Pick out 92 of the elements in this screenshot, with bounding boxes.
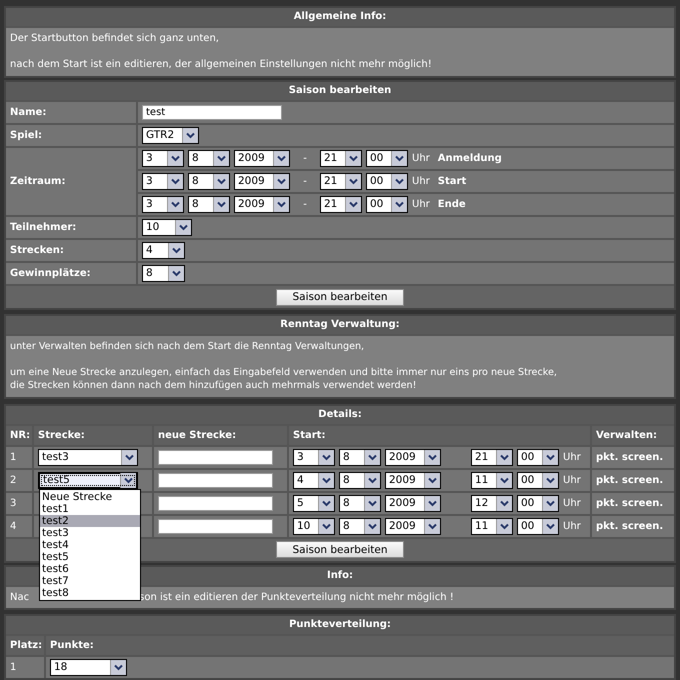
dropdown-field[interactable]: 8 <box>339 472 381 488</box>
unit-label: Uhr <box>563 520 581 532</box>
dropdown-field[interactable]: 10 <box>142 219 192 236</box>
dropdown-field[interactable]: 00 <box>366 150 408 167</box>
unit-label: Uhr <box>563 452 581 462</box>
dropdown-field[interactable]: 3 <box>142 196 184 213</box>
field-label: Strecken: <box>10 245 64 256</box>
dropdown-field[interactable]: 2009 <box>234 150 290 167</box>
column-header: Strecke: <box>38 430 85 440</box>
field-label: Teilnehmer: <box>10 222 76 233</box>
dropdown-field[interactable]: 8 <box>188 173 230 190</box>
info-text: nach dem Start ist ein editieren, der allgemeinen Einstellungen nicht mehr möglich! <box>10 58 433 71</box>
section-title: Allgemeine Info: <box>6 8 674 26</box>
dropdown-field[interactable]: 8 <box>188 150 230 167</box>
period-label: Ende <box>438 199 466 210</box>
dropdown-field[interactable]: 00 <box>366 173 408 190</box>
info-text: Nac <box>10 590 30 604</box>
unit-label: Uhr <box>563 498 581 508</box>
period-label: Start <box>438 176 466 187</box>
period-label: Anmeldung <box>438 153 502 164</box>
row-number: 4 <box>10 520 16 532</box>
info-text: unter Verwalten befinden sich nach dem Start die Renntag Verwaltungen, <box>10 340 366 353</box>
dropdown-field[interactable]: 8 <box>188 196 230 213</box>
field-label: Zeitraum: <box>10 176 66 187</box>
column-header: neue Strecke: <box>158 430 236 440</box>
dropdown-field[interactable]: 4 <box>142 242 185 259</box>
dropdown-field[interactable]: 2009 <box>385 518 441 534</box>
row-number: 1 <box>10 452 16 462</box>
dropdown-field[interactable]: 00 <box>366 196 408 213</box>
dropdown-field[interactable]: 11 <box>471 518 513 534</box>
info-text: die Strecken können dann nach dem hinzufügen auch mehrmals verwendet werden! <box>10 379 418 392</box>
info-text: um eine Neue Strecke anzulegen, einfach das Eingabefeld verwenden und bitte immer nur eins pro neue Strecke, <box>10 366 558 379</box>
field-label: Name: <box>10 107 46 118</box>
track-input[interactable] <box>158 496 273 510</box>
dropdown-field[interactable]: 2009 <box>385 448 441 466</box>
dropdown-option[interactable]: test3 <box>40 526 140 538</box>
dropdown-field[interactable]: 2009 <box>385 472 441 488</box>
separator-text: - <box>302 153 308 164</box>
track-input[interactable] <box>158 472 273 488</box>
place-number: 1 <box>10 662 16 673</box>
dropdown-field[interactable]: GTR2 <box>142 127 199 144</box>
dropdown-field[interactable]: 8 <box>142 265 185 282</box>
field-label: Gewinnplätze: <box>10 268 91 279</box>
save-button[interactable]: Saison bearbeiten <box>276 541 404 558</box>
dropdown-field[interactable]: 4 <box>293 472 335 488</box>
dropdown-field[interactable]: 11 <box>471 472 513 488</box>
dropdown-field[interactable]: 3 <box>142 173 184 190</box>
dropdown-field[interactable]: 2009 <box>234 173 290 190</box>
dropdown-field[interactable]: 5 <box>293 494 335 512</box>
name-input[interactable]: test <box>142 105 282 120</box>
separator-text: - <box>302 199 308 210</box>
dropdown-field[interactable]: 8 <box>339 494 381 512</box>
track-input[interactable] <box>158 518 273 534</box>
section-title: Details: <box>6 406 674 424</box>
section-title: Renntag Verwaltung: <box>6 316 674 334</box>
dropdown-field[interactable]: 00 <box>517 448 559 466</box>
unit-label: Uhr <box>412 199 430 210</box>
column-header: Verwalten: <box>596 430 658 440</box>
row-number: 2 <box>10 474 16 486</box>
track-input[interactable] <box>158 450 273 464</box>
dropdown-field[interactable]: 21 <box>320 173 362 190</box>
section-title: Punkteverteilung: <box>6 616 674 634</box>
dropdown-field[interactable]: 21 <box>471 448 513 466</box>
section-title: Saison bearbeiten <box>6 82 674 100</box>
dropdown-field[interactable]: 2009 <box>385 494 441 512</box>
dropdown-field[interactable]: 21 <box>320 150 362 167</box>
dropdown-field[interactable]: test3 <box>38 448 138 466</box>
column-header: Platz: <box>10 640 42 651</box>
dropdown-field[interactable]: 21 <box>320 196 362 213</box>
dropdown-field[interactable]: 10 <box>293 518 335 534</box>
dropdown-field[interactable]: 18 <box>50 659 127 676</box>
dropdown-option[interactable]: test2 <box>40 514 140 526</box>
separator-text: - <box>302 176 308 187</box>
dropdown-field[interactable]: 12 <box>471 494 513 512</box>
unit-label: Uhr <box>563 474 581 486</box>
unit-label: Uhr <box>412 176 430 187</box>
row-number: 3 <box>10 498 16 508</box>
dropdown-field[interactable]: 8 <box>339 448 381 466</box>
field-label: Spiel: <box>10 130 42 141</box>
save-button[interactable]: Saison bearbeiten <box>276 288 404 306</box>
dropdown-field[interactable]: 3 <box>142 150 184 167</box>
dropdown-field[interactable]: 00 <box>517 472 559 488</box>
column-header: Start: <box>293 430 326 440</box>
dropdown-field[interactable]: 2009 <box>234 196 290 213</box>
dropdown-field[interactable]: 3 <box>293 448 335 466</box>
dropdown-field[interactable]: 8 <box>339 518 381 534</box>
dropdown-field[interactable]: 00 <box>517 518 559 534</box>
info-text: Der Startbutton befindet sich ganz unten, <box>10 32 220 45</box>
unit-label: Uhr <box>412 153 430 164</box>
column-header: Punkte: <box>50 640 94 651</box>
column-header: NR: <box>10 430 30 440</box>
dropdown-field[interactable]: 00 <box>517 494 559 512</box>
